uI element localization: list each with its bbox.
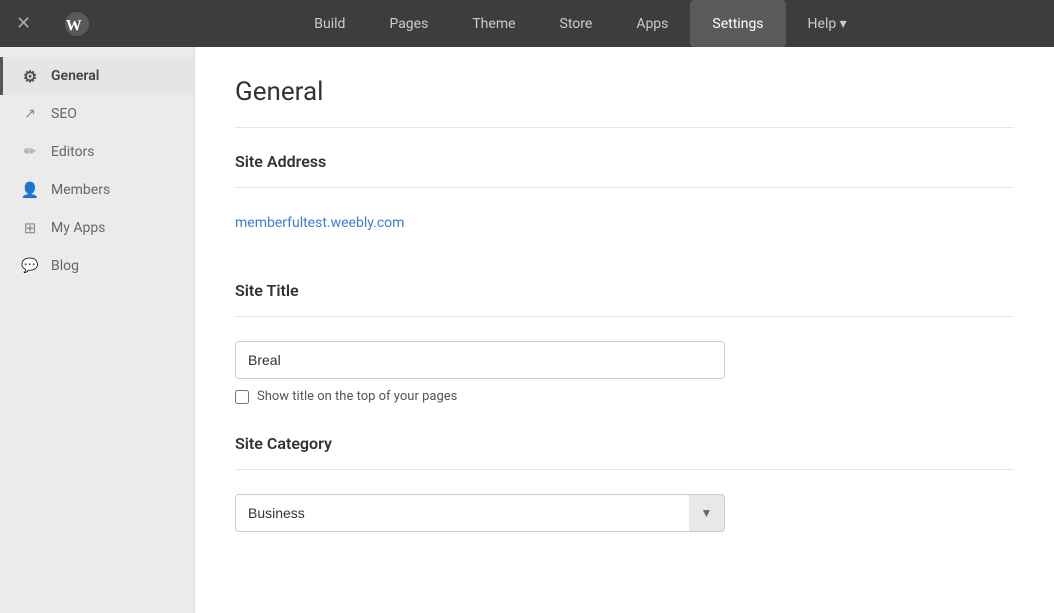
layout: ⚙ General ↗ SEO ✏ Editors 👤 Members ⊞ My…: [0, 47, 1054, 613]
logo-svg: W: [61, 8, 93, 40]
nav-store[interactable]: Store: [538, 0, 615, 47]
site-address-link[interactable]: memberfultest.weebly.com: [235, 215, 404, 231]
show-title-checkbox[interactable]: [235, 390, 249, 404]
site-address-title: Site Address: [235, 152, 1014, 171]
sidebar-item-blog[interactable]: 💬 Blog: [0, 247, 194, 285]
site-category-section: Site Category Business Personal Portfoli…: [235, 434, 1014, 532]
nav-help[interactable]: Help ▾: [786, 0, 869, 47]
divider-2: [235, 187, 1014, 188]
sidebar-label-members: Members: [51, 182, 110, 198]
site-title-input[interactable]: [235, 341, 725, 379]
show-title-row: Show title on the top of your pages: [235, 389, 1014, 404]
site-category-wrapper: Business Personal Portfolio Blog Other ▼: [235, 494, 725, 532]
seo-icon: ↗: [21, 105, 39, 123]
nav-build[interactable]: Build: [292, 0, 367, 47]
sidebar-label-blog: Blog: [51, 258, 79, 274]
sidebar-item-myapps[interactable]: ⊞ My Apps: [0, 209, 194, 247]
sidebar-label-general: General: [51, 68, 99, 84]
sidebar-label-editors: Editors: [51, 144, 95, 160]
sidebar-item-editors[interactable]: ✏ Editors: [0, 133, 194, 171]
sidebar-item-members[interactable]: 👤 Members: [0, 171, 194, 209]
close-button[interactable]: ✕: [0, 0, 47, 47]
sidebar: ⚙ General ↗ SEO ✏ Editors 👤 Members ⊞ My…: [0, 47, 195, 613]
nav-pages[interactable]: Pages: [367, 0, 450, 47]
divider-1: [235, 127, 1014, 128]
nav-theme[interactable]: Theme: [450, 0, 537, 47]
sidebar-item-seo[interactable]: ↗ SEO: [0, 95, 194, 133]
nav-items: Build Pages Theme Store Apps Settings He…: [107, 0, 1054, 47]
blog-icon: 💬: [21, 257, 39, 275]
divider-4: [235, 469, 1014, 470]
myapps-icon: ⊞: [21, 219, 39, 237]
nav-settings[interactable]: Settings: [690, 0, 785, 47]
editors-icon: ✏: [21, 143, 39, 161]
weebly-logo: W: [47, 0, 107, 47]
site-title-title: Site Title: [235, 281, 1014, 300]
page-title: General: [235, 77, 1014, 107]
show-title-label[interactable]: Show title on the top of your pages: [257, 389, 457, 404]
nav-apps[interactable]: Apps: [614, 0, 690, 47]
site-category-title: Site Category: [235, 434, 1014, 453]
sidebar-item-general[interactable]: ⚙ General: [0, 57, 194, 95]
site-address-section: Site Address memberfultest.weebly.com: [235, 152, 1014, 251]
divider-3: [235, 316, 1014, 317]
close-icon: ✕: [16, 13, 31, 34]
sidebar-label-myapps: My Apps: [51, 220, 105, 236]
main-content: General Site Address memberfultest.weebl…: [195, 47, 1054, 613]
site-title-section: Site Title Show title on the top of your…: [235, 281, 1014, 404]
members-icon: 👤: [21, 181, 39, 199]
top-nav: ✕ W Build Pages Theme Store Apps Setting…: [0, 0, 1054, 47]
gear-icon: ⚙: [21, 67, 39, 85]
sidebar-label-seo: SEO: [51, 106, 77, 122]
site-category-select[interactable]: Business Personal Portfolio Blog Other: [235, 494, 725, 532]
svg-text:W: W: [66, 17, 82, 34]
